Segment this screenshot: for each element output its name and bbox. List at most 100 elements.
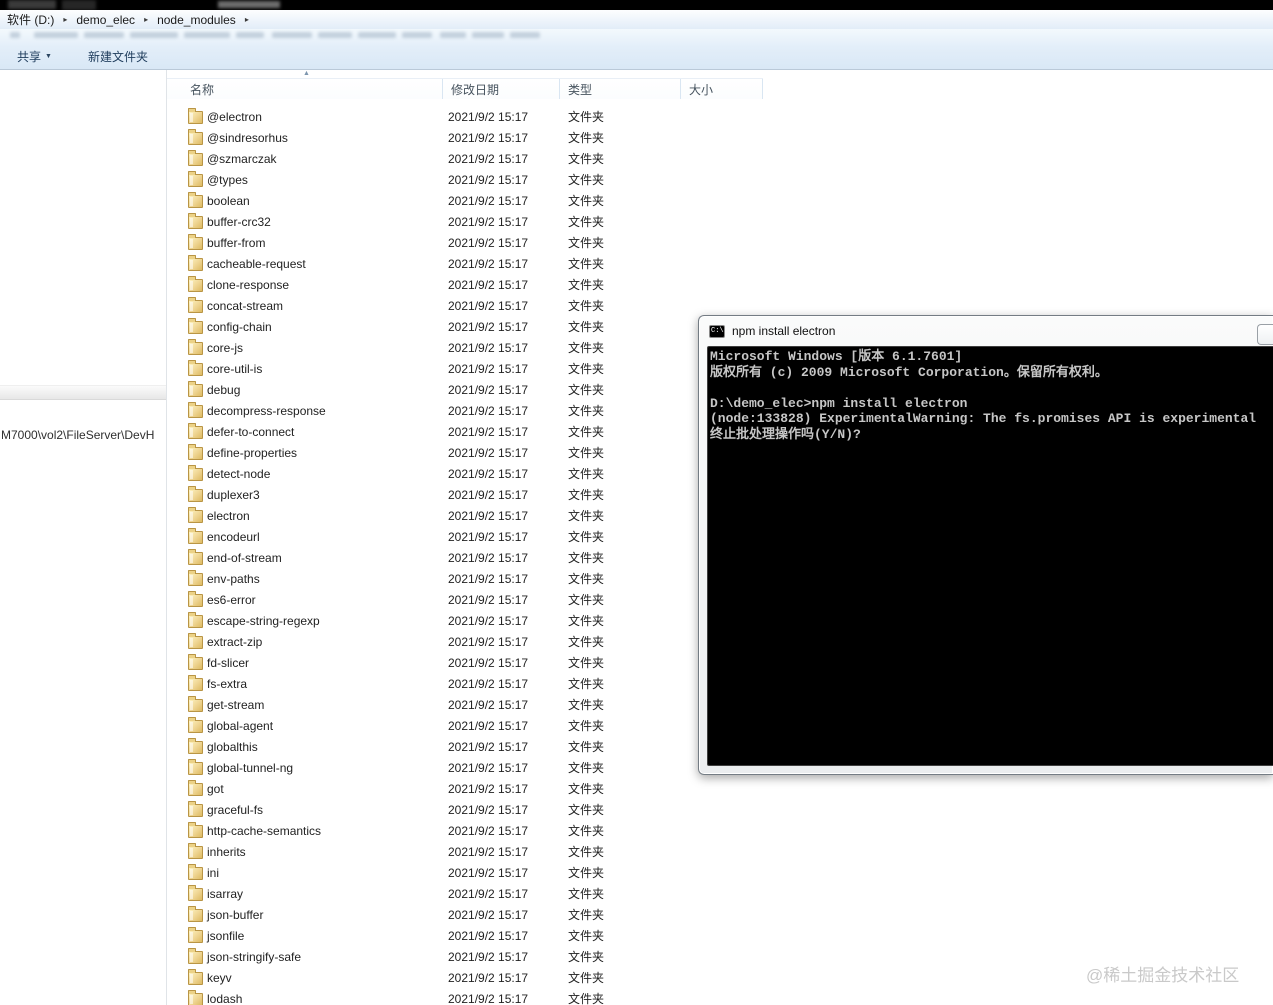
table-row[interactable]: clone-response 2021/9/2 15:17 文件夹 [167, 275, 1273, 296]
cell-type: 文件夹 [568, 740, 605, 754]
folder-icon [188, 381, 203, 397]
breadcrumb-item-node-modules[interactable]: node_modules [154, 13, 239, 27]
table-row[interactable]: inherits 2021/9/2 15:17 文件夹 [167, 842, 1273, 863]
table-row[interactable]: @electron 2021/9/2 15:17 文件夹 [167, 107, 1273, 128]
table-row[interactable]: lodash 2021/9/2 15:17 文件夹 [167, 989, 1273, 1005]
console-line: 版权所有 (c) 2009 Microsoft Corporation。保留所有… [710, 364, 1108, 380]
column-header-size[interactable]: 大小 [681, 79, 763, 99]
column-header-date-modified[interactable]: 修改日期 [443, 79, 560, 99]
share-button[interactable]: 共享 ▼ [17, 48, 52, 65]
chevron-right-icon[interactable]: ▸ [239, 15, 255, 24]
cell-name: @sindresorhus [207, 131, 288, 145]
cell-name: debug [207, 383, 241, 397]
blurred-text [10, 32, 20, 38]
cell-type: 文件夹 [568, 341, 605, 355]
table-row[interactable]: json-buffer 2021/9/2 15:17 文件夹 [167, 905, 1273, 926]
console-output[interactable]: Microsoft Windows [版本 6.1.7601] 版权所有 (c) … [707, 346, 1273, 766]
table-row[interactable]: boolean 2021/9/2 15:17 文件夹 [167, 191, 1273, 212]
cell-name: global-tunnel-ng [207, 761, 294, 775]
table-row[interactable]: concat-stream 2021/9/2 15:17 文件夹 [167, 296, 1273, 317]
cell-date-modified: 2021/9/2 15:17 [448, 845, 529, 859]
table-row[interactable]: isarray 2021/9/2 15:17 文件夹 [167, 884, 1273, 905]
blurred-text [440, 32, 466, 38]
folder-icon [188, 213, 203, 229]
folder-icon [188, 255, 203, 271]
folder-icon [188, 969, 203, 985]
sort-ascending-icon: ▲ [303, 70, 310, 77]
cell-type: 文件夹 [568, 488, 605, 502]
cell-name: env-paths [207, 572, 260, 586]
column-header-type[interactable]: 类型 [560, 79, 681, 99]
cell-type: 文件夹 [568, 782, 605, 796]
table-row[interactable]: ini 2021/9/2 15:17 文件夹 [167, 863, 1273, 884]
blurred-text [34, 32, 78, 38]
console-line: D:\demo_elec>npm install electron [710, 395, 968, 411]
table-row[interactable]: jsonfile 2021/9/2 15:17 文件夹 [167, 926, 1273, 947]
cell-date-modified: 2021/9/2 15:17 [448, 194, 529, 208]
cell-name: @electron [207, 110, 262, 124]
cell-name: ini [207, 866, 220, 880]
cell-date-modified: 2021/9/2 15:17 [448, 509, 529, 523]
cell-type: 文件夹 [568, 950, 605, 964]
cmd-window-title: npm install electron [732, 324, 836, 338]
folder-icon [188, 129, 203, 145]
cell-date-modified: 2021/9/2 15:17 [448, 887, 529, 901]
cell-date-modified: 2021/9/2 15:17 [448, 236, 529, 250]
cell-type: 文件夹 [568, 866, 605, 880]
cell-name: encodeurl [207, 530, 260, 544]
blurred-text [84, 32, 124, 38]
cell-name: get-stream [207, 698, 265, 712]
cell-date-modified: 2021/9/2 15:17 [448, 488, 529, 502]
table-row[interactable]: cacheable-request 2021/9/2 15:17 文件夹 [167, 254, 1273, 275]
chevron-right-icon[interactable]: ▸ [57, 15, 73, 24]
chevron-right-icon[interactable]: ▸ [138, 15, 154, 24]
table-row[interactable]: buffer-crc32 2021/9/2 15:17 文件夹 [167, 212, 1273, 233]
watermark-label: @稀土掘金技术社区 [1086, 966, 1240, 985]
network-path-label[interactable]: M7000\vol2\FileServer\DevH [1, 428, 167, 442]
cell-date-modified: 2021/9/2 15:17 [448, 719, 529, 733]
cell-date-modified: 2021/9/2 15:17 [448, 740, 529, 754]
cell-type: 文件夹 [568, 425, 605, 439]
cell-name: @szmarczak [207, 152, 277, 166]
folder-icon [188, 990, 203, 1005]
cell-name: extract-zip [207, 635, 263, 649]
table-row[interactable]: @szmarczak 2021/9/2 15:17 文件夹 [167, 149, 1273, 170]
table-row[interactable]: @types 2021/9/2 15:17 文件夹 [167, 170, 1273, 191]
folder-icon [188, 675, 203, 691]
folder-icon [188, 528, 203, 544]
cell-name: isarray [207, 887, 244, 901]
cell-type: 文件夹 [568, 908, 605, 922]
folder-icon [188, 843, 203, 859]
cell-date-modified: 2021/9/2 15:17 [448, 257, 529, 271]
cell-type: 文件夹 [568, 278, 605, 292]
folder-icon [188, 150, 203, 166]
cell-type: 文件夹 [568, 530, 605, 544]
table-row[interactable]: graceful-fs 2021/9/2 15:17 文件夹 [167, 800, 1273, 821]
cmd-window[interactable]: C:\ npm install electron Microsoft Windo… [698, 315, 1273, 775]
table-row[interactable]: @sindresorhus 2021/9/2 15:17 文件夹 [167, 128, 1273, 149]
table-row[interactable]: buffer-from 2021/9/2 15:17 文件夹 [167, 233, 1273, 254]
cell-type: 文件夹 [568, 845, 605, 859]
folder-icon [188, 696, 203, 712]
window-control-button-partial[interactable] [1257, 324, 1273, 345]
cell-name: duplexer3 [207, 488, 260, 502]
cell-date-modified: 2021/9/2 15:17 [448, 698, 529, 712]
breadcrumb-item-drive[interactable]: 软件 (D:) [4, 11, 57, 28]
cell-type: 文件夹 [568, 719, 605, 733]
column-header-name[interactable]: 名称 [167, 79, 443, 99]
cell-date-modified: 2021/9/2 15:17 [448, 446, 529, 460]
cell-name: http-cache-semantics [207, 824, 322, 838]
cell-type: 文件夹 [568, 761, 605, 775]
breadcrumb-item-demo-elec[interactable]: demo_elec [73, 13, 138, 27]
new-folder-button[interactable]: 新建文件夹 [88, 48, 148, 65]
cell-type: 文件夹 [568, 635, 605, 649]
cell-date-modified: 2021/9/2 15:17 [448, 950, 529, 964]
address-bar[interactable]: 软件 (D:) ▸ demo_elec ▸ node_modules ▸ [0, 10, 1273, 29]
folder-icon [188, 423, 203, 439]
background-blob [8, 0, 56, 9]
table-row[interactable]: http-cache-semantics 2021/9/2 15:17 文件夹 [167, 821, 1273, 842]
cmd-titlebar[interactable]: C:\ npm install electron [699, 316, 1273, 346]
cell-type: 文件夹 [568, 152, 605, 166]
new-folder-button-label: 新建文件夹 [88, 50, 149, 64]
table-row[interactable]: got 2021/9/2 15:17 文件夹 [167, 779, 1273, 800]
